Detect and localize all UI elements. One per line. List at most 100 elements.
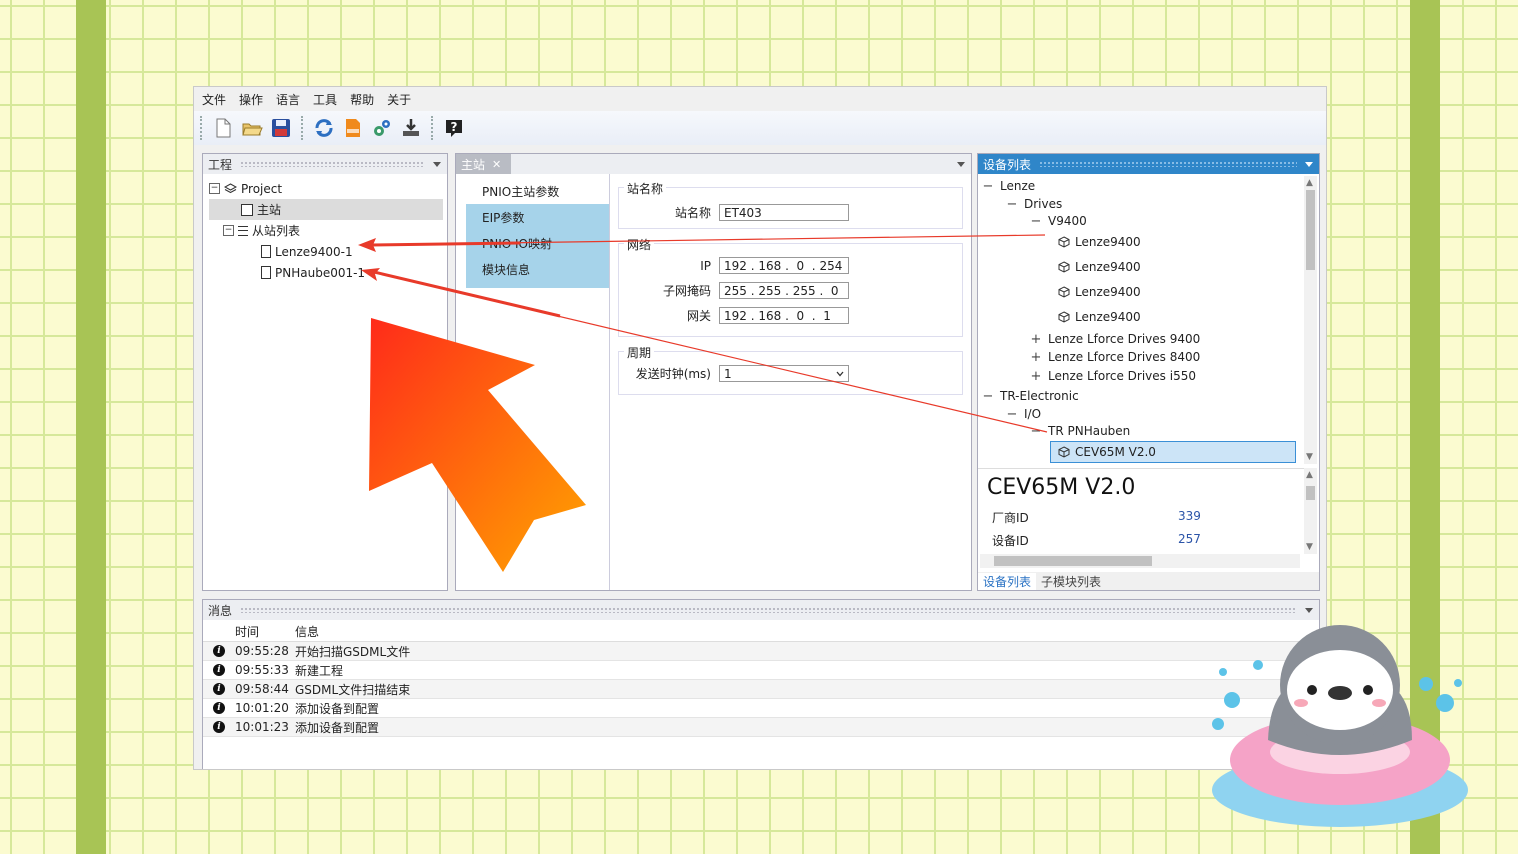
menu-file[interactable]: 文件 <box>202 91 226 108</box>
tree-label: V9400 <box>1048 214 1087 228</box>
tree-node-project[interactable]: − Project <box>209 178 443 199</box>
tree-node-slave[interactable]: Lenze9400-1 <box>209 241 443 262</box>
expand-icon[interactable]: + <box>1030 369 1042 384</box>
new-file-button[interactable] <box>212 117 234 139</box>
toolbar-separator <box>431 116 437 140</box>
info-icon: i <box>213 683 225 695</box>
toolbar: ? <box>194 111 1326 145</box>
tree-node-family[interactable]: + Lenze Lforce Drives i550 <box>1030 366 1196 386</box>
row-text: 添加设备到配置 <box>295 701 380 716</box>
chevron-down-icon[interactable] <box>433 161 441 167</box>
device-detail-title: CEV65M V2.0 <box>987 475 1136 500</box>
menu-help[interactable]: 帮助 <box>350 91 374 108</box>
settings-gears-button[interactable] <box>371 117 393 139</box>
column-info[interactable]: 信息 <box>295 623 319 640</box>
help-button[interactable]: ? <box>443 117 465 139</box>
expand-icon[interactable]: + <box>1030 332 1042 347</box>
subnet-mask-input[interactable]: 255 . 255 . 255 . 0 <box>719 282 849 299</box>
tree-node-device[interactable]: Lenze9400 <box>1058 232 1141 252</box>
table-row[interactable]: i 10:01:20 添加设备到配置 <box>203 699 1319 718</box>
refresh-button[interactable] <box>313 117 335 139</box>
table-row[interactable]: i 09:55:28 开始扫描GSDML文件 <box>203 642 1319 661</box>
tab-master[interactable]: 主站 ✕ <box>456 154 511 174</box>
collapse-icon[interactable]: − <box>1030 214 1042 229</box>
column-time[interactable]: 时间 <box>235 623 295 640</box>
nav-eip-params[interactable]: EIP参数 <box>466 204 609 230</box>
messages-panel: 消息 时间 信息 i 09:55:28 开始扫描GSDML文件 i 09:55:33 新… <box>202 599 1320 769</box>
menu-about[interactable]: 关于 <box>387 91 411 108</box>
scroll-thumb[interactable] <box>1306 190 1315 270</box>
toolbar-grip[interactable] <box>200 116 206 140</box>
panel-grip[interactable] <box>240 161 425 167</box>
table-row[interactable]: i 09:55:33 新建工程 <box>203 661 1319 680</box>
gateway-octet: 1 <box>823 308 831 323</box>
open-folder-button[interactable] <box>241 117 263 139</box>
save-button[interactable] <box>270 117 292 139</box>
collapse-icon[interactable]: − <box>209 183 220 194</box>
tree-node-master[interactable]: 主站 <box>209 199 443 220</box>
collapse-icon[interactable]: − <box>982 179 994 194</box>
scroll-thumb[interactable] <box>1306 486 1315 500</box>
expand-icon[interactable]: + <box>1030 350 1042 365</box>
device-tree-scrollbar[interactable]: ▲ ▼ <box>1304 176 1317 464</box>
detail-horizontal-scrollbar[interactable] <box>980 554 1300 568</box>
tree-node-device[interactable]: Lenze9400 <box>1058 307 1141 327</box>
gateway-octet: 168 <box>758 308 782 323</box>
tree-node-device[interactable]: Lenze9400 <box>1058 282 1141 302</box>
station-name-group: 站名称 站名称 ET403 <box>618 180 963 229</box>
tree-node-family[interactable]: + Lenze Lforce Drives 9400 <box>1030 329 1201 349</box>
detail-scrollbar[interactable]: ▲ ▼ <box>1304 468 1317 554</box>
device-id-label: 设备ID <box>992 534 1029 548</box>
tree-node-tr-pnhauben[interactable]: − TR PNHauben <box>1030 421 1131 441</box>
download-button[interactable] <box>400 117 422 139</box>
collapse-icon[interactable]: − <box>982 389 994 404</box>
table-row[interactable]: i 10:01:23 添加设备到配置 <box>203 718 1319 737</box>
gateway-label: 网关 <box>686 309 711 323</box>
gsdml-file-button[interactable] <box>342 117 364 139</box>
collapse-icon[interactable]: − <box>1006 407 1018 422</box>
panel-grip[interactable] <box>240 607 1297 613</box>
tree-label: Lenze9400-1 <box>275 244 353 259</box>
svg-text:?: ? <box>451 120 458 134</box>
chevron-down-icon[interactable] <box>1305 161 1313 167</box>
close-icon[interactable]: ✕ <box>492 158 501 171</box>
ip-input[interactable]: 192 . 168 . 0 . 254 <box>719 257 849 274</box>
gateway-input[interactable]: 192 . 168 . 0 . 1 <box>719 307 849 324</box>
tree-node-slave[interactable]: PNHaube001-1 <box>209 262 443 283</box>
chevron-down-icon[interactable] <box>957 162 965 167</box>
tree-node-device[interactable]: Lenze9400 <box>1058 257 1141 277</box>
chevron-down-icon <box>836 371 844 377</box>
table-row[interactable]: i 09:58:44 GSDML文件扫描结束 <box>203 680 1319 699</box>
menu-language[interactable]: 语言 <box>276 91 300 108</box>
tab-device-list[interactable]: 设备列表 <box>978 572 1037 590</box>
scroll-down-icon[interactable]: ▼ <box>1306 452 1313 462</box>
menu-operate[interactable]: 操作 <box>239 91 263 108</box>
panel-grip[interactable] <box>1039 161 1297 167</box>
tree-node-family[interactable]: + Lenze Lforce Drives 8400 <box>1030 347 1201 367</box>
menu-tools[interactable]: 工具 <box>313 91 337 108</box>
nav-pnio-io-mapping[interactable]: PNIO IO映射 <box>466 230 609 256</box>
scroll-down-icon[interactable]: ▼ <box>1306 542 1313 552</box>
cube-icon <box>1058 446 1070 458</box>
tree-node-slave-list[interactable]: − 从站列表 <box>209 220 443 241</box>
tree-node-lenze[interactable]: − Lenze <box>982 176 1036 196</box>
scroll-up-icon[interactable]: ▲ <box>1306 470 1313 480</box>
scroll-up-icon[interactable]: ▲ <box>1306 178 1313 188</box>
tab-submodule-list[interactable]: 子模块列表 <box>1036 573 1106 590</box>
send-clock-select[interactable]: 1 <box>719 365 849 382</box>
nav-module-info[interactable]: 模块信息 <box>466 256 609 282</box>
mask-octet: 0 <box>830 283 839 298</box>
tree-node-selected-device[interactable]: CEV65M V2.0 <box>1050 441 1296 463</box>
nav-pnio-master-params[interactable]: PNIO主站参数 <box>466 178 609 204</box>
station-name-input[interactable]: ET403 <box>719 204 849 221</box>
collapse-icon[interactable]: − <box>1006 197 1018 212</box>
cube-icon <box>1058 311 1070 323</box>
tree-node-tr-electronic[interactable]: − TR-Electronic <box>982 386 1079 406</box>
collapse-icon[interactable]: − <box>1030 424 1042 439</box>
collapse-icon[interactable]: − <box>223 225 234 236</box>
scroll-thumb[interactable] <box>994 556 1152 566</box>
ip-octet: 0 <box>796 258 805 273</box>
tree-node-v9400[interactable]: − V9400 <box>1030 211 1087 231</box>
cube-icon <box>1058 261 1070 273</box>
chevron-down-icon[interactable] <box>1305 607 1313 613</box>
